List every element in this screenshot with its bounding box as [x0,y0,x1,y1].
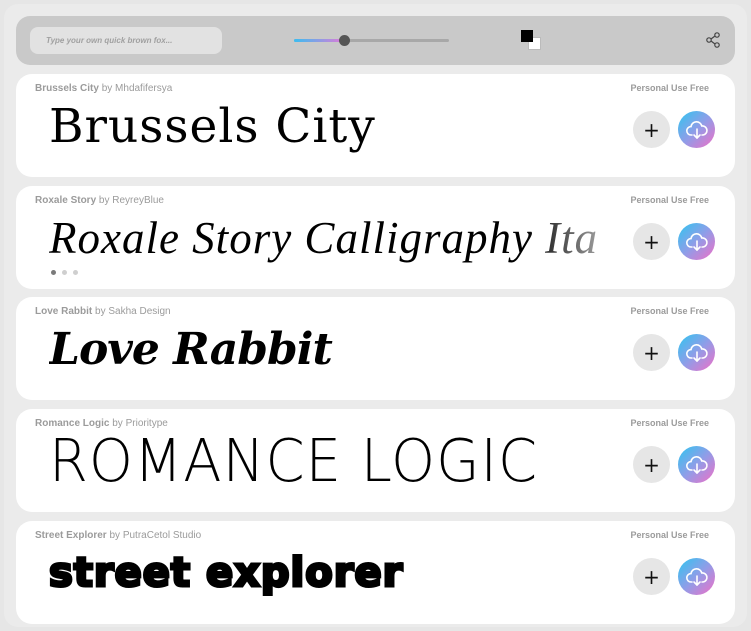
font-preview[interactable]: Love Rabbit [49,319,629,379]
add-button[interactable]: + [633,446,670,483]
by-label: by [101,83,113,94]
font-name-link[interactable]: Romance Logic [35,418,109,429]
download-button[interactable] [678,111,715,148]
author-link[interactable]: PutraCetol Studio [123,530,201,541]
license-label: Personal Use Free [630,83,709,93]
font-preview[interactable]: street explorer [49,543,629,603]
font-meta: Brussels City by Mhdafifersya [35,83,172,94]
carousel-dot[interactable] [51,270,56,275]
by-label: by [95,306,106,317]
style-carousel-dots [51,270,78,275]
by-label: by [109,530,121,541]
font-card[interactable]: Brussels City by Mhdafifersya Personal U… [16,74,735,177]
share-icon[interactable] [705,32,721,48]
add-button[interactable]: + [633,223,670,260]
download-button[interactable] [678,223,715,260]
font-size-slider[interactable] [294,34,449,48]
slider-fill [294,39,344,42]
add-button[interactable]: + [633,111,670,148]
by-label: by [98,195,110,206]
by-label: by [112,418,123,429]
font-meta: Roxale Story by ReyreyBlue [35,195,164,206]
slider-thumb[interactable] [338,35,350,46]
font-meta: Street Explorer by PutraCetol Studio [35,530,201,541]
color-swap-icon[interactable] [521,30,543,52]
font-preview[interactable]: Roxale Story Calligraphy Ita [49,208,644,268]
font-name-link[interactable]: Street Explorer [35,530,107,541]
font-name-link[interactable]: Roxale Story [35,195,96,206]
font-meta: Romance Logic by Prioritype [35,418,168,429]
font-preview[interactable]: Brussels City [49,96,629,156]
font-name-link[interactable]: Love Rabbit [35,306,92,317]
cloud-download-icon [685,232,708,251]
font-name-link[interactable]: Brussels City [35,83,99,94]
toolbar [16,16,735,65]
license-label: Personal Use Free [630,530,709,540]
cloud-download-icon [685,455,708,474]
license-label: Personal Use Free [630,195,709,205]
carousel-dot[interactable] [73,270,78,275]
author-link[interactable]: Mhdafifersya [115,83,172,94]
foreground-color-swatch [521,30,533,42]
add-button[interactable]: + [633,558,670,595]
font-meta: Love Rabbit by Sakha Design [35,306,171,317]
font-card[interactable]: Street Explorer by PutraCetol Studio Per… [16,521,735,624]
author-link[interactable]: ReyreyBlue [112,195,164,206]
license-label: Personal Use Free [630,418,709,428]
sample-text-input[interactable] [30,27,222,54]
font-preview[interactable]: ROMANCE LOGIC [49,430,629,493]
download-button[interactable] [678,334,715,371]
cloud-download-icon [685,567,708,586]
cloud-download-icon [685,120,708,139]
font-card[interactable]: Love Rabbit by Sakha Design Personal Use… [16,297,735,400]
download-button[interactable] [678,446,715,483]
author-link[interactable]: Sakha Design [108,306,170,317]
download-button[interactable] [678,558,715,595]
cloud-download-icon [685,343,708,362]
carousel-dot[interactable] [62,270,67,275]
font-card[interactable]: Roxale Story by ReyreyBlue Personal Use … [16,186,735,289]
license-label: Personal Use Free [630,306,709,316]
font-card[interactable]: Romance Logic by Prioritype Personal Use… [16,409,735,512]
author-link[interactable]: Prioritype [126,418,168,429]
add-button[interactable]: + [633,334,670,371]
